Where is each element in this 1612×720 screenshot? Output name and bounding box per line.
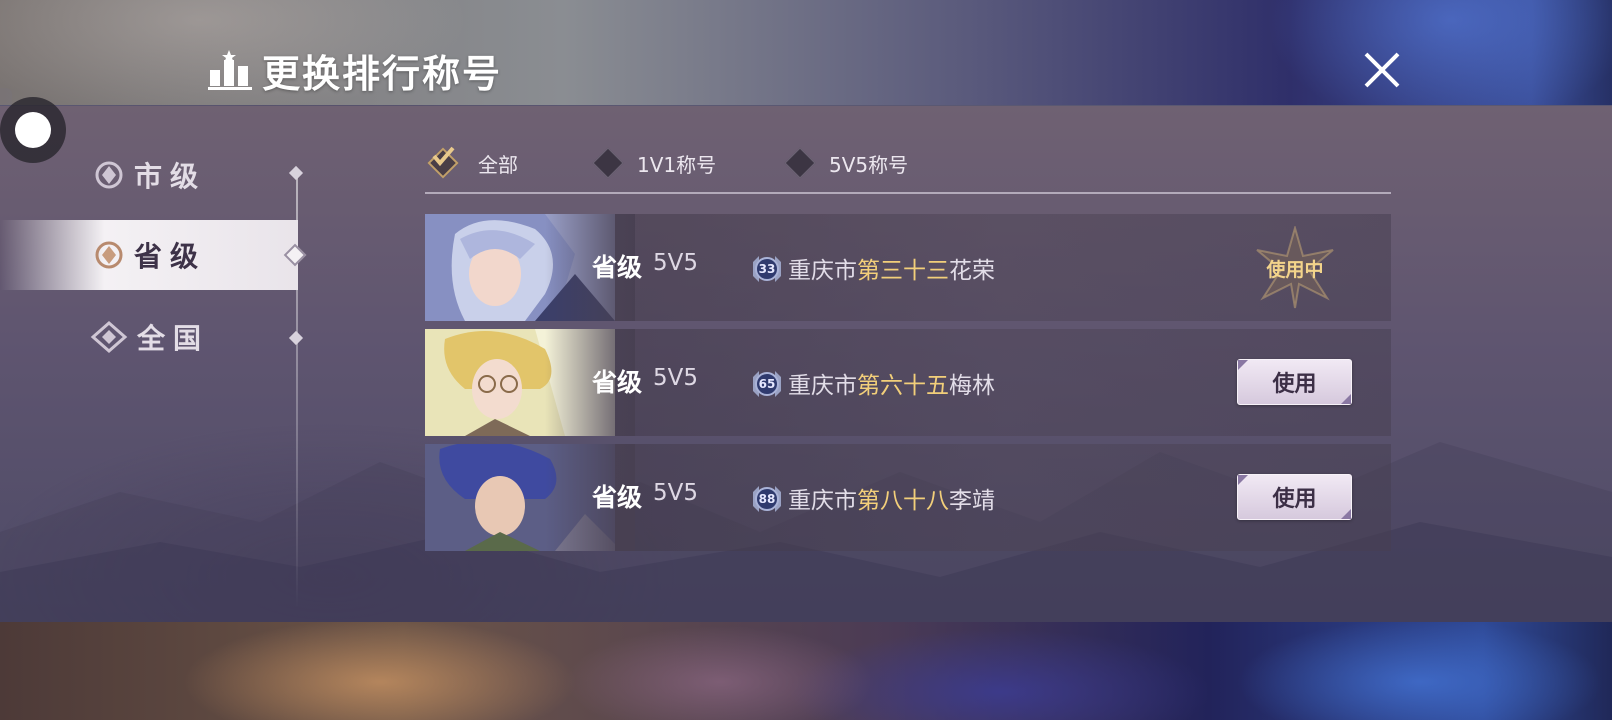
rank-badge-number: 65 [758, 377, 776, 391]
rank-title: 重庆市第六十五梅林 [788, 366, 995, 400]
rank-badge-number: 33 [758, 262, 776, 276]
title-row[interactable]: 省级 5V5 88 重庆市第八十八李靖 使用 [425, 444, 1391, 551]
title-row[interactable]: 省级 5V5 33 重庆市第三十三花荣 使用中 [425, 214, 1391, 321]
rank-hero: 李靖 [949, 488, 995, 514]
page-title: 更换排行称号 [208, 46, 502, 96]
rank-position: 第三十三 [857, 258, 949, 284]
sidebar-item-label: 全国 [136, 322, 209, 355]
sidebar-item-province[interactable]: 省级 [0, 220, 298, 290]
sidebar-item-national[interactable]: 全国 [0, 302, 298, 372]
filter-divider [425, 192, 1391, 194]
rank-city: 重庆市 [788, 373, 857, 399]
title-level: 省级 [592, 483, 643, 512]
filter-5v5[interactable]: 5V5称号 [784, 146, 909, 180]
title-level: 省级 [592, 368, 643, 397]
rank-city: 重庆市 [788, 258, 857, 284]
title-row[interactable]: 省级 5V5 65 重庆市第六十五梅林 使用 [425, 329, 1391, 436]
close-icon [1364, 52, 1400, 88]
filter-label: 5V5称号 [829, 152, 909, 177]
rank-city: 重庆市 [788, 488, 857, 514]
city-emblem-icon [95, 161, 123, 189]
filter-label: 1V1称号 [637, 152, 717, 177]
national-emblem-icon [90, 321, 128, 353]
use-button-label: 使用 [1272, 372, 1317, 397]
sidebar-item-label: 市级 [133, 160, 206, 193]
rank-badge: 88 [749, 482, 785, 516]
rank-badge: 33 [749, 252, 785, 286]
rank-badge: 65 [749, 367, 785, 401]
filter-1v1[interactable]: 1V1称号 [592, 146, 717, 180]
rank-badge-number: 88 [758, 492, 776, 506]
checkbox-icon [784, 147, 816, 179]
page-title-text: 更换排行称号 [262, 51, 503, 96]
rank-hero: 花荣 [949, 258, 995, 284]
use-title-button[interactable]: 使用 [1237, 474, 1352, 520]
rank-title: 重庆市第八十八李靖 [788, 481, 995, 515]
sidebar-item-label: 省级 [133, 240, 206, 273]
filter-label: 全部 [478, 152, 518, 177]
rank-position: 第八十八 [857, 488, 949, 514]
rank-hero: 梅林 [949, 373, 995, 399]
province-emblem-icon [95, 241, 123, 269]
sidebar-item-city[interactable]: 市级 [0, 140, 298, 210]
use-button-label: 使用 [1272, 487, 1317, 512]
use-title-button[interactable]: 使用 [1237, 359, 1352, 405]
ranking-podium-icon [208, 50, 252, 90]
in-use-emblem: 使用中 [1245, 226, 1345, 310]
rank-title: 重庆市第三十三花荣 [788, 251, 995, 285]
background-bottom-strip [0, 622, 1612, 720]
in-use-label: 使用中 [1266, 258, 1324, 281]
rank-position: 第六十五 [857, 373, 949, 399]
close-button[interactable] [1362, 50, 1402, 90]
title-level: 省级 [592, 253, 643, 282]
title-mode: 5V5 [653, 365, 699, 391]
title-mode: 5V5 [653, 250, 699, 276]
checkbox-icon [592, 147, 624, 179]
check-icon [432, 146, 455, 167]
title-mode: 5V5 [653, 480, 699, 506]
